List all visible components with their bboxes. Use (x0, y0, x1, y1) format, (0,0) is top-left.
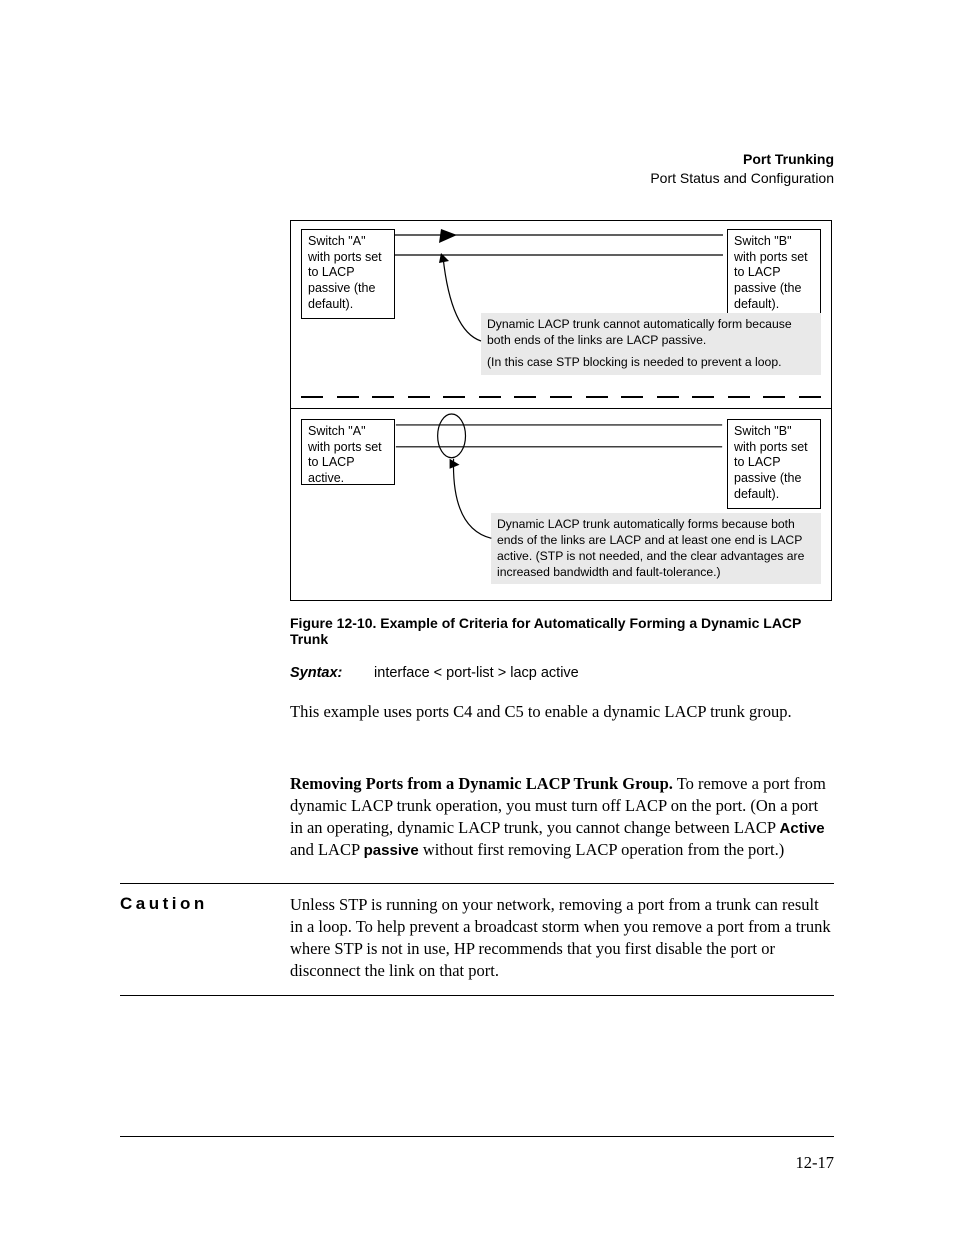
switch-a-bottom-label: Switch "A" with ports set to LACP active… (301, 419, 395, 485)
diagram-bottom-section: Switch "A" with ports set to LACP active… (291, 408, 831, 600)
figure-caption: Figure 12-10. Example of Criteria for Au… (290, 615, 834, 647)
remove-runin: Removing Ports from a Dynamic LACP Trunk… (290, 774, 673, 793)
page: Port Trunking Port Status and Configurat… (0, 0, 954, 1253)
header-title: Port Trunking (650, 150, 834, 169)
diagram-top-section: Switch "A" with ports set to LACP passiv… (291, 221, 831, 396)
remove-seg3: without first removing LACP operation fr… (419, 840, 785, 859)
caution-block: Caution Unless STP is running on your ne… (120, 883, 834, 997)
syntax-text: interface < port-list > lacp active (374, 665, 579, 681)
running-header: Port Trunking Port Status and Configurat… (650, 150, 834, 188)
switch-a-top-label: Switch "A" with ports set to LACP passiv… (301, 229, 395, 319)
removing-ports-paragraph: Removing Ports from a Dynamic LACP Trunk… (290, 773, 834, 861)
figure-diagram: Switch "A" with ports set to LACP passiv… (290, 220, 832, 601)
switch-b-bottom-label: Switch "B" with ports set to LACP passiv… (727, 419, 821, 509)
syntax-label: Syntax: (290, 665, 370, 681)
figure-block: Switch "A" with ports set to LACP passiv… (290, 220, 834, 861)
rule-bottom (120, 995, 834, 996)
page-number: 12-17 (120, 1153, 834, 1173)
top-callout-line2: (In this case STP blocking is needed to … (487, 355, 815, 371)
remove-passive: passive (364, 842, 419, 859)
example-paragraph: This example uses ports C4 and C5 to ena… (290, 701, 834, 723)
remove-seg2: and LACP (290, 840, 364, 859)
remove-active: Active (780, 820, 825, 837)
top-callout-line1: Dynamic LACP trunk cannot automatically … (487, 317, 815, 349)
caution-label: Caution (120, 894, 290, 982)
switch-b-top-label: Switch "B" with ports set to LACP passiv… (727, 229, 821, 319)
caution-text: Unless STP is running on your network, r… (290, 894, 834, 982)
footer-rule (120, 1136, 834, 1137)
header-subtitle: Port Status and Configuration (650, 169, 834, 188)
bottom-callout: Dynamic LACP trunk automatically forms b… (491, 513, 821, 584)
top-callout: Dynamic LACP trunk cannot automatically … (481, 313, 821, 375)
dashed-separator (291, 396, 831, 404)
syntax-line: Syntax: interface < port-list > lacp act… (290, 665, 834, 681)
